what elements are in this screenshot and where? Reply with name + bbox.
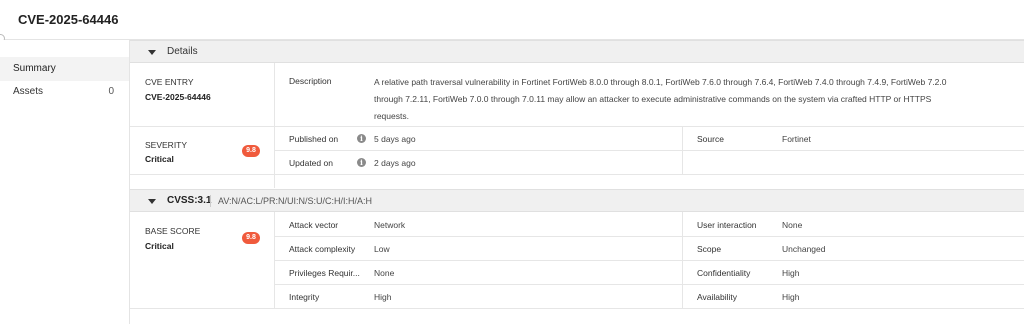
sidebar: Summary Assets 0 [0, 40, 130, 324]
divider [682, 126, 683, 174]
section-title: Details [167, 46, 198, 57]
info-icon[interactable]: i [357, 134, 366, 143]
page-header: CVE-2025-64446 [0, 0, 1024, 40]
metric-value: Network [374, 220, 406, 230]
sidebar-item-count: 0 [108, 86, 114, 97]
description-label: Description [289, 76, 332, 86]
sidebar-item-label: Assets [13, 86, 44, 97]
updated-value: 2 days ago [374, 158, 416, 168]
base-score-value: Critical [145, 241, 174, 251]
metric-label: Integrity [289, 292, 320, 302]
metric-value: Unchanged [782, 244, 826, 254]
divider [274, 284, 1024, 285]
cvss-vector: AV:N/AC:L/PR:N/UI:N/S:U/C:H/I:H/A:H [218, 196, 373, 206]
source-value: Fortinet [782, 134, 811, 144]
page-title: CVE-2025-64446 [18, 12, 119, 27]
sidebar-item-assets[interactable]: Assets 0 [0, 80, 129, 104]
severity-value: Critical [145, 154, 174, 164]
metric-label: Attack complexity [289, 244, 356, 254]
sidebar-item-summary[interactable]: Summary [0, 57, 129, 81]
divider [274, 260, 1024, 261]
description-text: A relative path traversal vulnerability … [374, 77, 947, 121]
chevron-down-icon[interactable] [148, 50, 156, 55]
metric-label: User interaction [697, 220, 757, 230]
section-title: CVSS:3.1 [167, 195, 212, 206]
metric-value: Low [374, 244, 390, 254]
base-score-label: BASE SCORE [145, 226, 201, 236]
divider [274, 236, 1024, 237]
metric-value: High [782, 292, 800, 302]
divider [210, 195, 211, 207]
published-label: Published on [289, 134, 339, 144]
updated-label: Updated on [289, 158, 333, 168]
cve-entry-label: CVE ENTRY [145, 77, 194, 87]
divider [274, 150, 1024, 151]
metric-label: Attack vector [289, 220, 339, 230]
metric-value: High [782, 268, 800, 278]
source-label: Source [697, 134, 724, 144]
severity-score-badge: 9.8 [242, 145, 260, 157]
metric-label: Privileges Requir... [289, 268, 360, 278]
cve-entry-value: CVE-2025-64446 [145, 92, 211, 102]
metric-value: High [374, 292, 392, 302]
metric-label: Scope [697, 244, 722, 254]
severity-label: SEVERITY [145, 140, 188, 150]
metric-value: None [374, 268, 395, 278]
sidebar-item-label: Summary [13, 63, 56, 74]
main-content: Details CVE ENTRY CVE-2025-64446 Descrip… [130, 40, 1024, 324]
base-score-badge: 9.8 [242, 232, 260, 244]
metric-label: Confidentiality [697, 268, 751, 278]
cvss-section-header[interactable]: CVSS:3.1 AV:N/AC:L/PR:N/UI:N/S:U/C:H/I:H… [130, 189, 1024, 212]
chevron-down-icon[interactable] [148, 199, 156, 204]
divider [130, 308, 1024, 309]
published-value: 5 days ago [374, 134, 416, 144]
details-section-header[interactable]: Details [130, 40, 1024, 63]
metric-value: None [782, 220, 803, 230]
divider [130, 174, 1024, 175]
divider [130, 126, 1024, 127]
info-icon[interactable]: i [357, 158, 366, 167]
metric-label: Availability [697, 292, 738, 302]
